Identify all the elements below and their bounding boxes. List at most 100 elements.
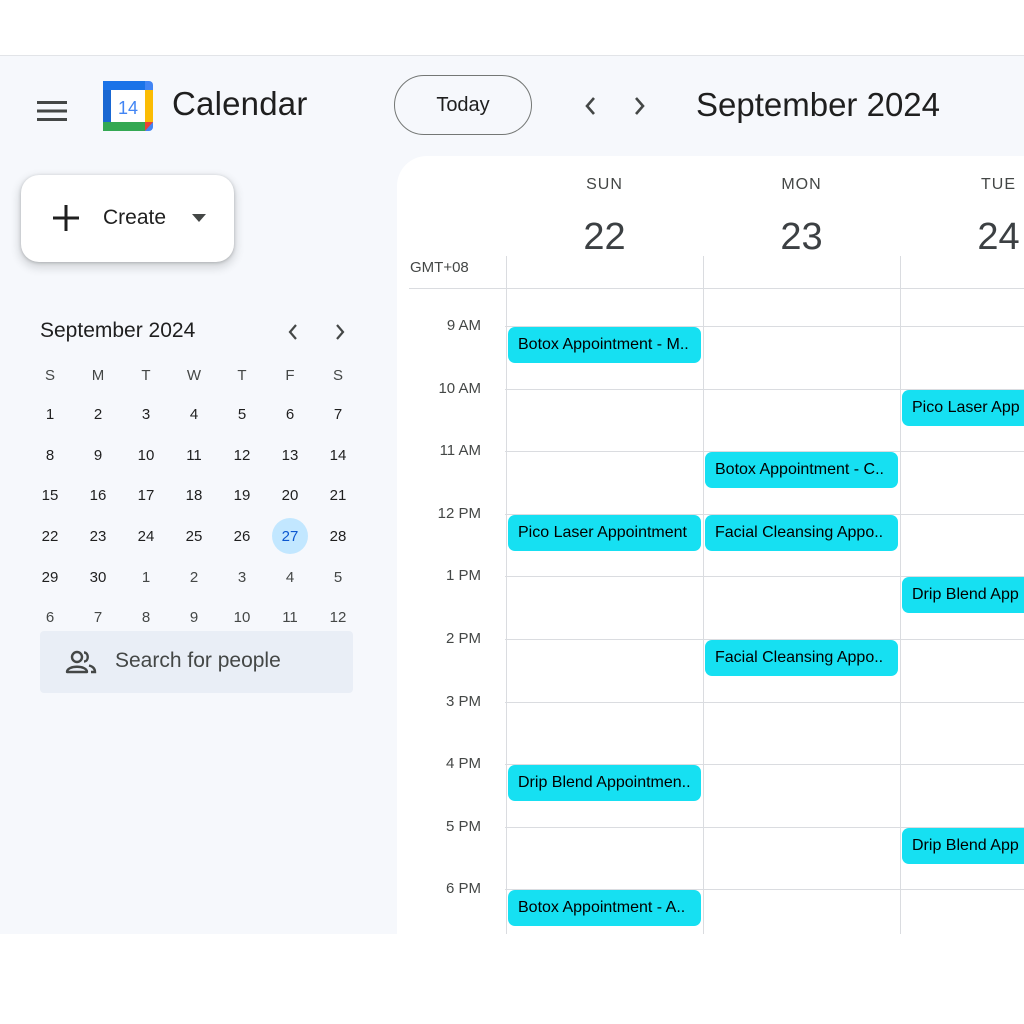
mini-calendar-day[interactable]: 30 [74,557,122,598]
day-column-divider [900,256,901,934]
mini-calendar-day[interactable]: 2 [74,394,122,435]
calendar-event[interactable]: Botox Appointment - A.. [508,890,701,926]
mini-calendar-day-label: 12 [233,446,251,464]
hour-label: 6 PM [445,880,481,897]
mini-calendar-day[interactable]: 13 [266,435,314,476]
hour-label: 2 PM [445,630,481,647]
calendar-event[interactable]: Facial Cleansing Appo.. [705,515,898,551]
mini-calendar-day[interactable]: 23 [74,516,122,557]
logo-number: 14 [118,98,138,118]
mini-calendar-day[interactable]: 15 [26,475,74,516]
mini-calendar-day[interactable]: 25 [170,516,218,557]
mini-calendar-day[interactable]: 11 [170,435,218,476]
mini-calendar-day[interactable]: 8 [26,435,74,476]
calendar-event[interactable]: Drip Blend App [902,577,1024,613]
current-month-title: September 2024 [696,86,941,123]
people-icon [65,650,97,674]
calendar-event[interactable]: Pico Laser App [902,390,1024,426]
hour-label: 4 PM [445,755,481,772]
chevron-left-icon [585,97,595,115]
mini-calendar-day[interactable]: 5 [314,557,362,598]
mini-calendar-day-label: 5 [333,568,343,586]
calendar-event[interactable]: Facial Cleansing Appo.. [705,640,898,676]
mini-calendar-day[interactable]: 4 [170,394,218,435]
mini-calendar-day[interactable]: 18 [170,475,218,516]
hour-label: 12 PM [437,505,481,522]
mini-calendar-day[interactable]: 24 [122,516,170,557]
mini-calendar-day-label: 11 [186,446,202,464]
mini-calendar-day[interactable]: 12 [218,435,266,476]
mini-calendar-day[interactable]: 16 [74,475,122,516]
mini-calendar-day[interactable]: 10 [122,435,170,476]
calendar-logo[interactable]: 14 [103,81,153,131]
mini-calendar-day-label: 15 [41,487,59,505]
mini-calendar-weekday: T [141,366,151,384]
mini-calendar-day-label: 4 [189,405,199,423]
mini-calendar-day[interactable]: 22 [26,516,74,557]
mini-calendar-day-label: 7 [333,405,343,423]
mini-calendar-day[interactable]: 19 [218,475,266,516]
mini-calendar-day[interactable]: 6 [266,394,314,435]
mini-calendar-weekday: F [285,366,295,384]
mini-calendar-day[interactable]: 7 [314,394,362,435]
mini-calendar-day[interactable]: 3 [218,557,266,598]
chevron-left-icon [288,324,297,340]
google-calendar-logo-icon: 14 [103,81,153,131]
search-people-input[interactable]: Search for people [40,631,353,693]
mini-calendar-title: September 2024 [40,319,196,342]
hour-label: 3 PM [445,693,481,710]
mini-calendar-day-label: 5 [237,405,247,423]
mini-calendar-day[interactable]: 9 [74,435,122,476]
mini-calendar-day[interactable]: 27 [266,516,314,557]
mini-calendar-day-label: 13 [281,446,299,464]
mini-calendar-day[interactable]: 26 [218,516,266,557]
create-button[interactable]: Create [21,175,234,262]
mini-calendar-day-label: 8 [45,446,55,464]
hour-label: 1 PM [445,567,481,584]
mini-calendar-day-label: 4 [285,568,295,586]
mini-calendar-day-label: 22 [41,527,59,545]
previous-week-button[interactable] [572,88,608,124]
mini-calendar-previous-month[interactable] [279,318,307,346]
mini-calendar-day-label: 25 [185,527,203,545]
mini-calendar-day[interactable]: 3 [122,394,170,435]
day-header-mon[interactable]: MON 23 [703,156,900,288]
next-week-button[interactable] [622,88,658,124]
calendar-event[interactable]: Drip Blend Appointmen.. [508,765,701,801]
header-divider [409,288,1024,289]
mini-calendar-day[interactable]: 2 [170,557,218,598]
main-menu-button[interactable] [30,89,74,133]
mini-calendar-day-label: 23 [89,527,107,545]
mini-calendar-day[interactable]: 20 [266,475,314,516]
mini-calendar-day[interactable]: 1 [26,394,74,435]
calendar-event[interactable]: Drip Blend App [902,828,1024,864]
day-number: 22 [583,216,626,258]
mini-calendar-day[interactable]: 14 [314,435,362,476]
today-button[interactable]: Today [394,75,532,135]
mini-calendar-day[interactable]: 1 [122,557,170,598]
day-column-divider [506,256,507,934]
mini-calendar-day[interactable]: 21 [314,475,362,516]
mini-calendar-day-label: 1 [141,568,151,586]
hour-gridline [505,702,1024,703]
day-header-sun[interactable]: SUN 22 [506,156,703,288]
mini-calendar-next-month[interactable] [326,318,354,346]
mini-calendar-day-label: 19 [233,487,251,505]
day-of-week: MON [781,176,822,193]
mini-calendar-day[interactable]: 28 [314,516,362,557]
calendar-event[interactable]: Pico Laser Appointment [508,515,701,551]
mini-calendar-day[interactable]: 29 [26,557,74,598]
mini-calendar-weekday: S [332,366,343,384]
mini-calendar-day[interactable]: 17 [122,475,170,516]
day-header-tue[interactable]: TUE 24 [900,156,1024,288]
mini-calendar-weekday: W [186,366,202,384]
mini-calendar-day[interactable]: 5 [218,394,266,435]
calendar-event[interactable]: Botox Appointment - C.. [705,452,898,488]
mini-calendar-day-label: 3 [141,405,151,423]
mini-calendar-day-label: 24 [137,527,155,545]
calendar-event[interactable]: Botox Appointment - M.. [508,327,701,363]
mini-calendar-day-label: 2 [189,568,199,586]
mini-calendar-day[interactable]: 4 [266,557,314,598]
day-column-divider [703,256,704,934]
day-of-week: SUN [586,176,623,193]
